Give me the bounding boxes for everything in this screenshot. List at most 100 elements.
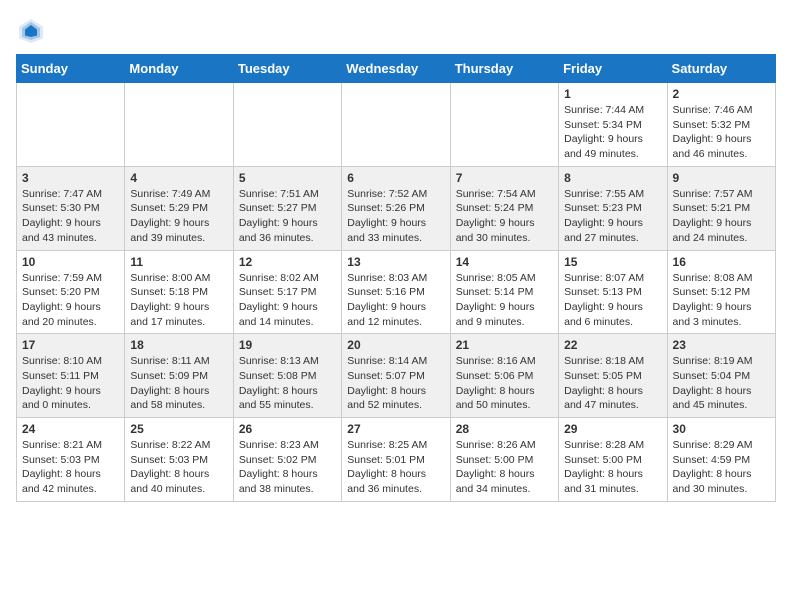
day-info: Sunrise: 8:13 AM Sunset: 5:08 PM Dayligh… (239, 354, 336, 413)
logo-icon (16, 16, 46, 46)
day-number: 8 (564, 171, 661, 185)
calendar-cell: 23 Sunrise: 8:19 AM Sunset: 5:04 PM Dayli… (667, 334, 775, 418)
calendar-cell: 17 Sunrise: 8:10 AM Sunset: 5:11 PM Dayli… (17, 334, 125, 418)
day-info: Sunrise: 7:51 AM Sunset: 5:27 PM Dayligh… (239, 187, 336, 246)
day-info: Sunrise: 7:46 AM Sunset: 5:32 PM Dayligh… (673, 103, 770, 162)
calendar-cell: 18 Sunrise: 8:11 AM Sunset: 5:09 PM Dayli… (125, 334, 233, 418)
day-number: 4 (130, 171, 227, 185)
calendar-week-5: 24 Sunrise: 8:21 AM Sunset: 5:03 PM Dayli… (17, 418, 776, 502)
calendar-cell: 28Sunrise: 8:26 AM Sunset: 5:00 PM Dayli… (450, 418, 558, 502)
calendar-cell: 6 Sunrise: 7:52 AM Sunset: 5:26 PM Daylig… (342, 166, 450, 250)
day-info: Sunrise: 8:26 AM Sunset: 5:00 PM Dayligh… (456, 438, 553, 497)
calendar-header: Sunday Monday Tuesday Wednesday Thursday… (17, 55, 776, 83)
day-info: Sunrise: 8:29 AM Sunset: 4:59 PM Dayligh… (673, 438, 770, 497)
calendar-cell: 7 Sunrise: 7:54 AM Sunset: 5:24 PM Daylig… (450, 166, 558, 250)
day-number: 1 (564, 87, 661, 101)
calendar-week-4: 17 Sunrise: 8:10 AM Sunset: 5:11 PM Dayli… (17, 334, 776, 418)
calendar-cell: 19 Sunrise: 8:13 AM Sunset: 5:08 PM Dayli… (233, 334, 341, 418)
day-number: 10 (22, 255, 119, 269)
calendar-cell: 13Sunrise: 8:03 AM Sunset: 5:16 PM Dayli… (342, 250, 450, 334)
day-number: 14 (456, 255, 553, 269)
calendar-cell: 4 Sunrise: 7:49 AM Sunset: 5:29 PM Daylig… (125, 166, 233, 250)
day-info: Sunrise: 8:00 AM Sunset: 5:18 PM Dayligh… (130, 271, 227, 330)
day-number: 7 (456, 171, 553, 185)
day-number: 30 (673, 422, 770, 436)
day-number: 12 (239, 255, 336, 269)
calendar-body: 1 Sunrise: 7:44 AM Sunset: 5:34 PM Daylig… (17, 83, 776, 502)
day-info: Sunrise: 8:02 AM Sunset: 5:17 PM Dayligh… (239, 271, 336, 330)
day-number: 21 (456, 338, 553, 352)
calendar-cell: 25 Sunrise: 8:22 AM Sunset: 5:03 PM Dayli… (125, 418, 233, 502)
calendar-cell: 15 Sunrise: 8:07 AM Sunset: 5:13 PM Dayli… (559, 250, 667, 334)
day-info: Sunrise: 7:54 AM Sunset: 5:24 PM Dayligh… (456, 187, 553, 246)
day-number: 20 (347, 338, 444, 352)
calendar-cell: 2 Sunrise: 7:46 AM Sunset: 5:32 PM Daylig… (667, 83, 775, 167)
calendar-week-2: 3 Sunrise: 7:47 AM Sunset: 5:30 PM Daylig… (17, 166, 776, 250)
col-sunday: Sunday (17, 55, 125, 83)
day-number: 22 (564, 338, 661, 352)
day-number: 3 (22, 171, 119, 185)
day-number: 29 (564, 422, 661, 436)
col-wednesday: Wednesday (342, 55, 450, 83)
calendar-cell: 24 Sunrise: 8:21 AM Sunset: 5:03 PM Dayli… (17, 418, 125, 502)
calendar-cell: 21 Sunrise: 8:16 AM Sunset: 5:06 PM Dayli… (450, 334, 558, 418)
calendar-cell (233, 83, 341, 167)
calendar-cell (450, 83, 558, 167)
day-number: 19 (239, 338, 336, 352)
col-monday: Monday (125, 55, 233, 83)
day-info: Sunrise: 8:18 AM Sunset: 5:05 PM Dayligh… (564, 354, 661, 413)
day-info: Sunrise: 8:11 AM Sunset: 5:09 PM Dayligh… (130, 354, 227, 413)
day-number: 5 (239, 171, 336, 185)
calendar-cell: 16 Sunrise: 8:08 AM Sunset: 5:12 PM Dayli… (667, 250, 775, 334)
day-info: Sunrise: 8:10 AM Sunset: 5:11 PM Dayligh… (22, 354, 119, 413)
col-thursday: Thursday (450, 55, 558, 83)
calendar-cell: 10 Sunrise: 7:59 AM Sunset: 5:20 PM Dayli… (17, 250, 125, 334)
day-info: Sunrise: 8:21 AM Sunset: 5:03 PM Dayligh… (22, 438, 119, 497)
header-row: Sunday Monday Tuesday Wednesday Thursday… (17, 55, 776, 83)
calendar-cell: 26Sunrise: 8:23 AM Sunset: 5:02 PM Dayli… (233, 418, 341, 502)
day-number: 25 (130, 422, 227, 436)
day-number: 23 (673, 338, 770, 352)
day-info: Sunrise: 8:28 AM Sunset: 5:00 PM Dayligh… (564, 438, 661, 497)
day-number: 2 (673, 87, 770, 101)
day-number: 18 (130, 338, 227, 352)
calendar-cell: 20Sunrise: 8:14 AM Sunset: 5:07 PM Dayli… (342, 334, 450, 418)
day-number: 6 (347, 171, 444, 185)
logo (16, 16, 50, 46)
col-tuesday: Tuesday (233, 55, 341, 83)
calendar-table: Sunday Monday Tuesday Wednesday Thursday… (16, 54, 776, 502)
day-number: 15 (564, 255, 661, 269)
calendar-cell (17, 83, 125, 167)
col-saturday: Saturday (667, 55, 775, 83)
day-info: Sunrise: 8:08 AM Sunset: 5:12 PM Dayligh… (673, 271, 770, 330)
day-number: 16 (673, 255, 770, 269)
calendar-cell: 1 Sunrise: 7:44 AM Sunset: 5:34 PM Daylig… (559, 83, 667, 167)
day-info: Sunrise: 8:05 AM Sunset: 5:14 PM Dayligh… (456, 271, 553, 330)
day-info: Sunrise: 7:44 AM Sunset: 5:34 PM Dayligh… (564, 103, 661, 162)
calendar-cell: 12 Sunrise: 8:02 AM Sunset: 5:17 PM Dayli… (233, 250, 341, 334)
day-info: Sunrise: 8:19 AM Sunset: 5:04 PM Dayligh… (673, 354, 770, 413)
day-info: Sunrise: 7:47 AM Sunset: 5:30 PM Dayligh… (22, 187, 119, 246)
calendar-cell: 27Sunrise: 8:25 AM Sunset: 5:01 PM Dayli… (342, 418, 450, 502)
day-info: Sunrise: 8:07 AM Sunset: 5:13 PM Dayligh… (564, 271, 661, 330)
day-info: Sunrise: 7:52 AM Sunset: 5:26 PM Dayligh… (347, 187, 444, 246)
day-number: 17 (22, 338, 119, 352)
day-info: Sunrise: 8:03 AM Sunset: 5:16 PM Dayligh… (347, 271, 444, 330)
col-friday: Friday (559, 55, 667, 83)
calendar-cell (342, 83, 450, 167)
day-info: Sunrise: 7:55 AM Sunset: 5:23 PM Dayligh… (564, 187, 661, 246)
day-number: 24 (22, 422, 119, 436)
day-info: Sunrise: 8:16 AM Sunset: 5:06 PM Dayligh… (456, 354, 553, 413)
calendar-cell: 14 Sunrise: 8:05 AM Sunset: 5:14 PM Dayli… (450, 250, 558, 334)
calendar-cell: 9Sunrise: 7:57 AM Sunset: 5:21 PM Daylig… (667, 166, 775, 250)
day-info: Sunrise: 8:22 AM Sunset: 5:03 PM Dayligh… (130, 438, 227, 497)
page-header (16, 16, 776, 46)
day-number: 26 (239, 422, 336, 436)
calendar-cell: 11Sunrise: 8:00 AM Sunset: 5:18 PM Dayli… (125, 250, 233, 334)
calendar-week-3: 10 Sunrise: 7:59 AM Sunset: 5:20 PM Dayli… (17, 250, 776, 334)
calendar-cell: 29 Sunrise: 8:28 AM Sunset: 5:00 PM Dayli… (559, 418, 667, 502)
day-info: Sunrise: 8:25 AM Sunset: 5:01 PM Dayligh… (347, 438, 444, 497)
day-info: Sunrise: 7:59 AM Sunset: 5:20 PM Dayligh… (22, 271, 119, 330)
day-info: Sunrise: 7:49 AM Sunset: 5:29 PM Dayligh… (130, 187, 227, 246)
calendar-cell: 8 Sunrise: 7:55 AM Sunset: 5:23 PM Daylig… (559, 166, 667, 250)
